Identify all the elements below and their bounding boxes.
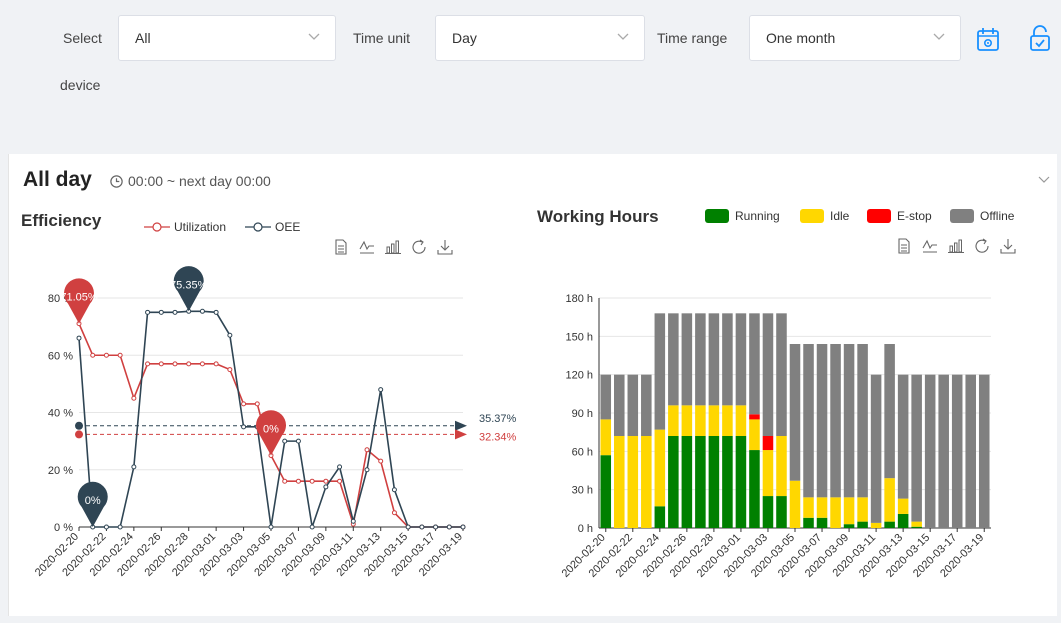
device-label: Select [63,30,102,46]
chevron-down-icon [617,33,629,40]
legend-utilization[interactable]: Utilization [144,220,226,234]
legend-oee-label: OEE [275,220,301,234]
legend-idle[interactable]: Idle [800,209,849,223]
idle-swatch [800,209,824,223]
time-range-label: Time range [657,30,728,46]
calendar-settings-icon[interactable] [974,25,1002,53]
working-hours-title: Working Hours [537,207,659,226]
chevron-down-icon [308,33,320,40]
panel-title: All day [23,168,92,191]
time-unit-select[interactable]: Day [435,15,645,61]
time-range-select[interactable]: One month [749,15,961,61]
lock-check-icon[interactable] [1026,24,1054,52]
bar-chart-icon[interactable] [384,238,402,256]
offline-swatch [950,209,974,223]
all-day-panel: All day 00:00 ~ next day 00:00 Efficienc… [8,154,1057,616]
filter-bar: Select device All Time unit Day Time ran… [8,8,1057,148]
device-select[interactable]: All [118,15,336,61]
estop-swatch [867,209,891,223]
bar-chart-icon[interactable] [947,237,965,255]
legend-idle-label: Idle [830,209,850,223]
utilization-legend-icon [144,222,170,232]
download-icon[interactable] [436,238,454,256]
clock-icon [110,175,123,188]
data-view-icon[interactable] [332,238,350,256]
legend-offline[interactable]: Offline [950,209,1014,223]
legend-offline-label: Offline [980,209,1015,223]
time-unit-label: Time unit [353,30,411,46]
oee-legend-icon [245,222,271,232]
working-hours-toolbox [895,237,1017,255]
legend-estop[interactable]: E-stop [867,209,932,223]
time-unit-select-value: Day [452,30,477,46]
efficiency-title: Efficiency [21,211,102,230]
legend-running-label: Running [735,209,780,223]
device-label-line2: device [60,77,101,93]
legend-oee[interactable]: OEE [245,220,300,234]
legend-utilization-label: Utilization [174,220,227,234]
download-icon[interactable] [999,237,1017,255]
line-chart-icon[interactable] [358,238,376,256]
refresh-icon[interactable] [973,237,991,255]
line-chart-icon[interactable] [921,237,939,255]
legend-running[interactable]: Running [705,209,780,223]
running-swatch [705,209,729,223]
chevron-down-icon[interactable] [1037,172,1051,186]
refresh-icon[interactable] [410,238,428,256]
panel-time-range: 00:00 ~ next day 00:00 [128,173,271,189]
device-select-value: All [135,30,151,46]
efficiency-toolbox [332,238,454,256]
data-view-icon[interactable] [895,237,913,255]
time-range-select-value: One month [766,30,836,46]
legend-estop-label: E-stop [897,209,932,223]
chevron-down-icon [933,33,945,40]
